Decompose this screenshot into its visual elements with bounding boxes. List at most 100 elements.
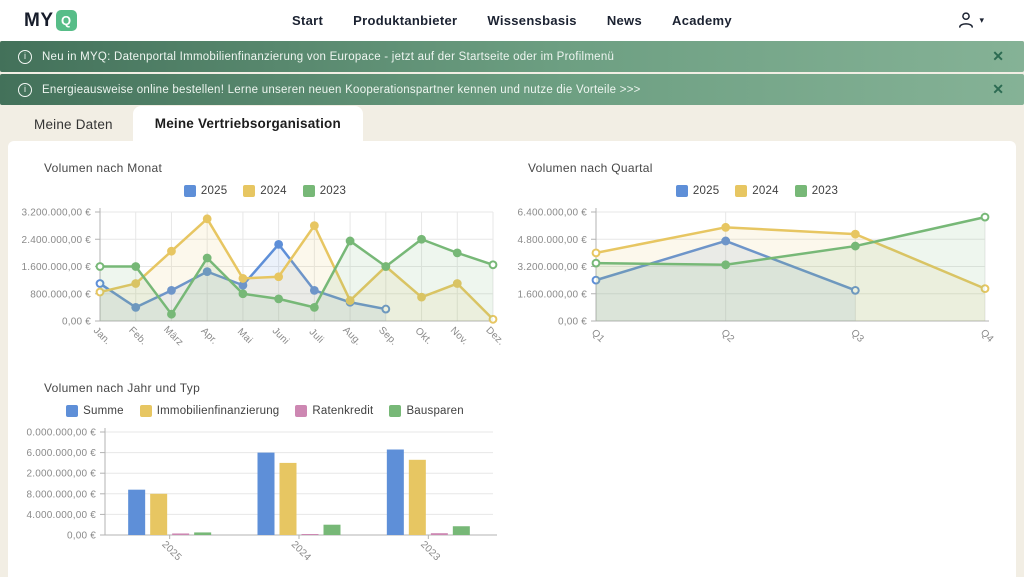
svg-text:0,00 €: 0,00 € — [62, 317, 91, 328]
legend-swatch — [140, 405, 152, 417]
main-nav: Start Produktanbieter Wissensbasis News … — [0, 13, 1024, 28]
svg-text:6.000.000,00 €: 6.000.000,00 € — [26, 448, 96, 459]
legend-swatch — [303, 185, 315, 197]
legend-swatch — [184, 185, 196, 197]
info-icon: i — [18, 83, 32, 97]
svg-text:0,00 €: 0,00 € — [67, 531, 96, 542]
legend-item-bausparen[interactable]: Bausparen — [389, 405, 463, 417]
banner-text: Neu in MYQ: Datenportal Immobilienfinanz… — [42, 51, 614, 63]
legend-swatch — [389, 405, 401, 417]
svg-text:6.400.000,00 €: 6.400.000,00 € — [517, 208, 587, 219]
close-icon[interactable]: ✕ — [992, 48, 1004, 65]
legend-label: 2023 — [320, 185, 346, 197]
svg-text:2024: 2024 — [289, 539, 313, 563]
svg-text:2.000.000,00 €: 2.000.000,00 € — [26, 469, 96, 480]
legend-item-2023[interactable]: 2023 — [303, 185, 346, 197]
svg-text:Q3: Q3 — [848, 327, 866, 345]
nav-item-produktanbieter[interactable]: Produktanbieter — [353, 13, 457, 28]
legend-label: 2023 — [812, 185, 838, 197]
chart-legend: 2025 2024 2023 — [20, 183, 510, 198]
legend-swatch — [295, 405, 307, 417]
svg-text:4.800.000,00 €: 4.800.000,00 € — [517, 235, 587, 246]
legend-item-ratenkredit[interactable]: Ratenkredit — [295, 405, 373, 417]
nav-item-academy[interactable]: Academy — [672, 13, 732, 28]
svg-text:Okt.: Okt. — [413, 326, 434, 347]
close-icon[interactable]: ✕ — [992, 81, 1004, 98]
banner-text: Energieausweise online bestellen! Lerne … — [42, 84, 641, 96]
legend-label: 2025 — [201, 185, 227, 197]
svg-text:Juli: Juli — [307, 327, 326, 346]
svg-text:Nov.: Nov. — [448, 325, 470, 347]
legend-item-2024[interactable]: 2024 — [735, 185, 778, 197]
chevron-down-icon: ▾ — [979, 15, 984, 26]
legend-item-2025[interactable]: 2025 — [676, 185, 719, 197]
svg-text:Jan.: Jan. — [91, 325, 113, 347]
legend-label: Summe — [83, 405, 124, 417]
top-header: MY Q Start Produktanbieter Wissensbasis … — [0, 0, 1024, 41]
svg-text:0.000.000,00 €: 0.000.000,00 € — [26, 428, 96, 439]
legend-item-immobilienfinanzierung[interactable]: Immobilienfinanzierung — [140, 405, 280, 417]
svg-text:8.000.000,00 €: 8.000.000,00 € — [26, 489, 96, 500]
user-icon — [956, 10, 976, 30]
nav-item-start[interactable]: Start — [292, 13, 323, 28]
legend-item-2024[interactable]: 2024 — [243, 185, 286, 197]
dashboard-panel: Volumen nach Monat 2025 2024 2023 3.200.00… — [8, 141, 1016, 577]
svg-text:Feb.: Feb. — [126, 325, 148, 347]
legend-label: 2025 — [693, 185, 719, 197]
chart-title: Volumen nach Jahr und Typ — [44, 381, 510, 395]
chart-title: Volumen nach Monat — [44, 161, 510, 175]
tab-bar: Meine Daten Meine Vertriebsorganisation — [14, 106, 363, 141]
svg-text:Mai: Mai — [235, 326, 255, 346]
svg-text:Q4: Q4 — [978, 327, 996, 345]
chart-volumen-nach-quartal: Volumen nach Quartal 2025 2024 2023 6.400.… — [512, 161, 1002, 372]
svg-text:Aug.: Aug. — [340, 325, 363, 348]
svg-text:Juni: Juni — [270, 326, 291, 347]
legend-swatch — [243, 185, 255, 197]
svg-text:Dez.: Dez. — [483, 325, 506, 348]
svg-text:März: März — [161, 324, 185, 348]
legend-item-2025[interactable]: 2025 — [184, 185, 227, 197]
tab-meine-vertriebsorganisation[interactable]: Meine Vertriebsorganisation — [133, 106, 363, 141]
line-chart-quartal: 6.400.000,00 € 4.800.000,00 € 3.200.000,00… — [512, 204, 1002, 372]
legend-label: 2024 — [260, 185, 286, 197]
logo-text: MY — [24, 10, 54, 32]
svg-text:Apr.: Apr. — [198, 326, 219, 347]
tab-meine-daten[interactable]: Meine Daten — [14, 108, 133, 141]
logo-q-badge: Q — [56, 10, 77, 31]
chart-volumen-nach-jahr-und-typ: Volumen nach Jahr und Typ Summe Immobilie… — [20, 381, 510, 573]
svg-text:2023: 2023 — [418, 539, 442, 563]
chart-title: Volumen nach Quartal — [528, 161, 1002, 175]
svg-text:Q2: Q2 — [719, 327, 737, 345]
svg-text:4.000.000,00 €: 4.000.000,00 € — [26, 510, 96, 521]
svg-text:3.200.000,00 €: 3.200.000,00 € — [21, 208, 91, 219]
legend-swatch — [66, 405, 78, 417]
legend-item-2023[interactable]: 2023 — [795, 185, 838, 197]
svg-text:2.400.000,00 €: 2.400.000,00 € — [21, 235, 91, 246]
bar-chart-jahr-typ: 0.000.000,00 € 6.000.000,00 € 2.000.000,00… — [20, 423, 510, 573]
banner-energieausweise: i Energieausweise online bestellen! Lern… — [0, 74, 1024, 105]
legend-label: Ratenkredit — [312, 405, 373, 417]
legend-swatch — [676, 185, 688, 197]
legend-label: Immobilienfinanzierung — [157, 405, 280, 417]
chart-volumen-nach-monat: Volumen nach Monat 2025 2024 2023 3.200.00… — [20, 161, 510, 372]
nav-item-news[interactable]: News — [607, 13, 642, 28]
banner-datenportal: i Neu in MYQ: Datenportal Immobilienfina… — [0, 41, 1024, 72]
info-icon: i — [18, 50, 32, 64]
svg-text:1.600.000,00 €: 1.600.000,00 € — [21, 262, 91, 273]
legend-label: Bausparen — [406, 405, 463, 417]
svg-text:800.000,00 €: 800.000,00 € — [30, 289, 91, 300]
nav-item-wissensbasis[interactable]: Wissensbasis — [487, 13, 576, 28]
legend-swatch — [735, 185, 747, 197]
profile-menu-button[interactable]: ▾ — [956, 10, 984, 30]
legend-label: 2024 — [752, 185, 778, 197]
svg-text:0,00 €: 0,00 € — [558, 317, 587, 328]
svg-text:2025: 2025 — [159, 539, 183, 563]
myq-logo[interactable]: MY Q — [24, 10, 77, 32]
chart-legend: Summe Immobilienfinanzierung Ratenkredit Ba… — [20, 403, 510, 418]
svg-text:3.200.000,00 €: 3.200.000,00 € — [517, 262, 587, 273]
chart-legend: 2025 2024 2023 — [512, 183, 1002, 198]
line-chart-monat: 3.200.000,00 € 2.400.000,00 € 1.600.000,00… — [20, 204, 510, 372]
legend-item-summe[interactable]: Summe — [66, 405, 124, 417]
svg-text:Sep.: Sep. — [376, 325, 399, 348]
svg-text:Q1: Q1 — [589, 327, 607, 345]
